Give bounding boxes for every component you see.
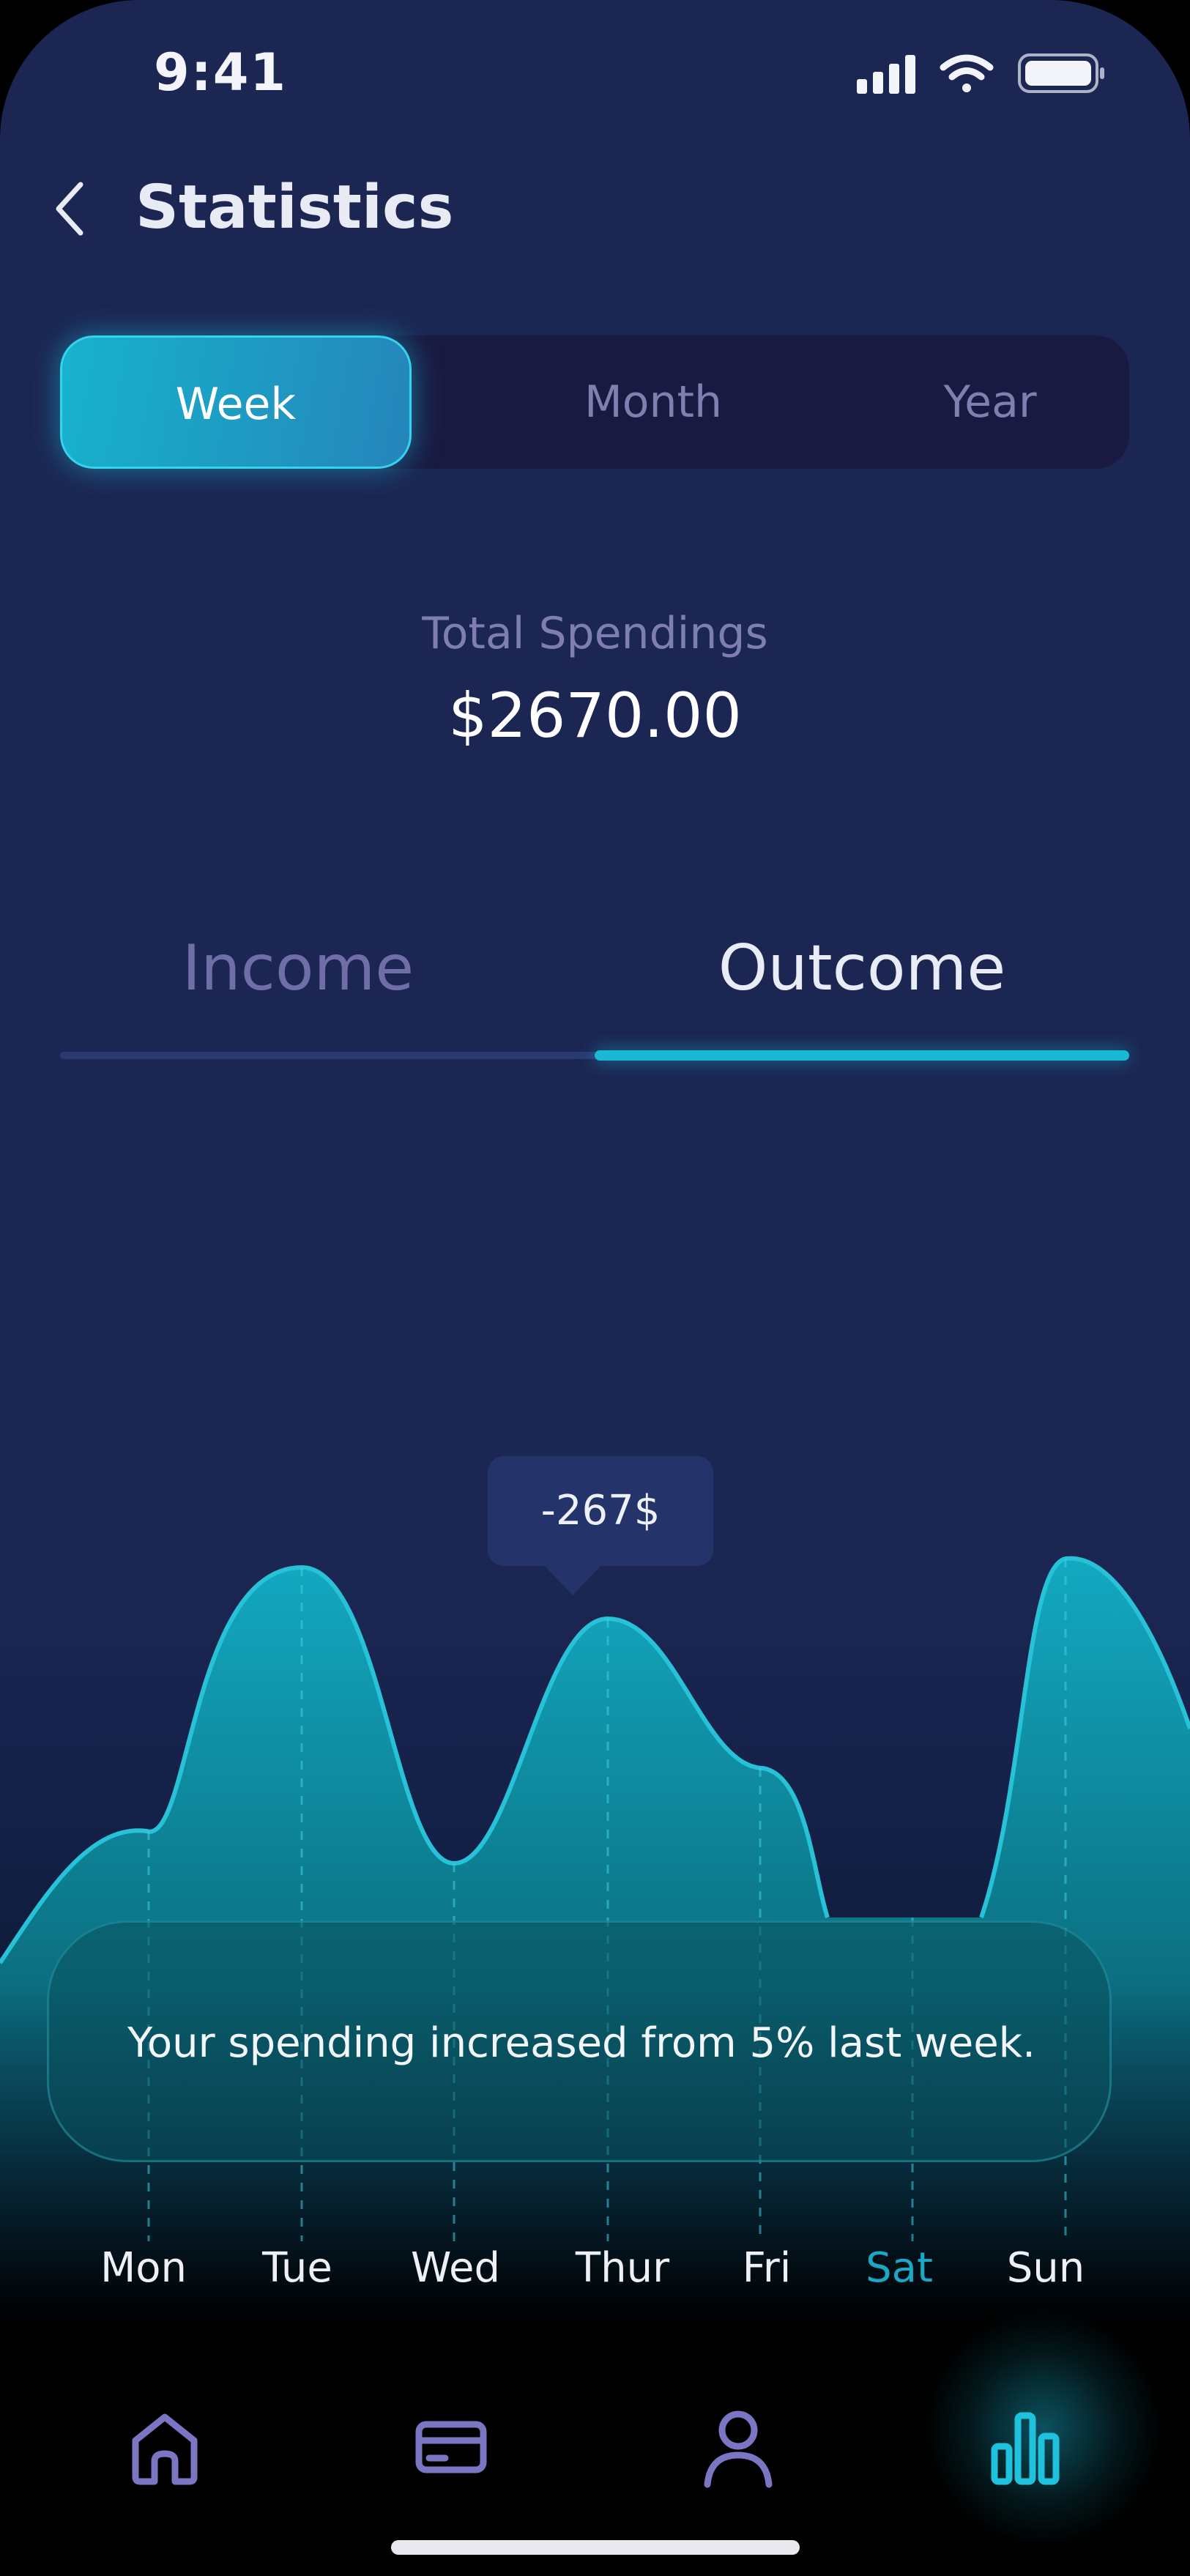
back-button[interactable]	[44, 176, 95, 242]
day-label-thur[interactable]: Thur	[549, 2244, 696, 2292]
tab-outcome[interactable]: Outcome	[595, 932, 1129, 1005]
period-segmented-control: Week Month Year	[60, 335, 1129, 469]
day-label-wed[interactable]: Wed	[382, 2244, 529, 2292]
day-label-sun[interactable]: Sun	[973, 2244, 1119, 2292]
chart-tooltip-value: -267$	[540, 1487, 661, 1534]
tab-month[interactable]: Month	[426, 335, 880, 469]
status-time: 9:41	[154, 42, 288, 103]
day-label-tue[interactable]: Tue	[224, 2244, 371, 2292]
status-icons	[857, 53, 1104, 94]
day-label-fri[interactable]: Fri	[693, 2244, 840, 2292]
insight-text: Your spending increased from 5% last wee…	[127, 2019, 1035, 2067]
tab-active-indicator	[595, 1050, 1129, 1061]
card-icon	[415, 2421, 487, 2473]
day-label-sat[interactable]: Sat	[826, 2244, 973, 2292]
wifi-icon	[940, 54, 994, 92]
home-indicator[interactable]	[391, 2540, 800, 2555]
day-label-mon[interactable]: Mon	[70, 2244, 217, 2292]
signal-icon	[857, 55, 915, 94]
phone-screen: 9:41 Statistics Week Month Year Total Sp…	[0, 0, 1190, 2576]
home-icon	[132, 2413, 198, 2485]
total-spendings-label: Total Spendings	[422, 608, 768, 659]
tab-income[interactable]: Income	[60, 932, 536, 1005]
tab-week[interactable]: Week	[60, 335, 412, 469]
profile-icon	[704, 2410, 773, 2488]
nav-profile-button[interactable]	[687, 2395, 789, 2498]
total-spendings-value: $2670.00	[448, 680, 742, 751]
chevron-left-icon	[56, 182, 83, 236]
nav-card-button[interactable]	[400, 2395, 502, 2498]
battery-icon	[1018, 53, 1104, 93]
stats-icon	[991, 2412, 1060, 2485]
page-title: Statistics	[135, 173, 454, 242]
tab-year[interactable]: Year	[836, 335, 1144, 469]
chart-tooltip-arrow	[543, 1564, 602, 1595]
insight-card: Your spending increased from 5% last wee…	[47, 1920, 1112, 2162]
chart-tooltip: -267$	[488, 1456, 713, 1566]
nav-home-button[interactable]	[114, 2395, 216, 2498]
nav-stats-button[interactable]	[974, 2395, 1076, 2498]
